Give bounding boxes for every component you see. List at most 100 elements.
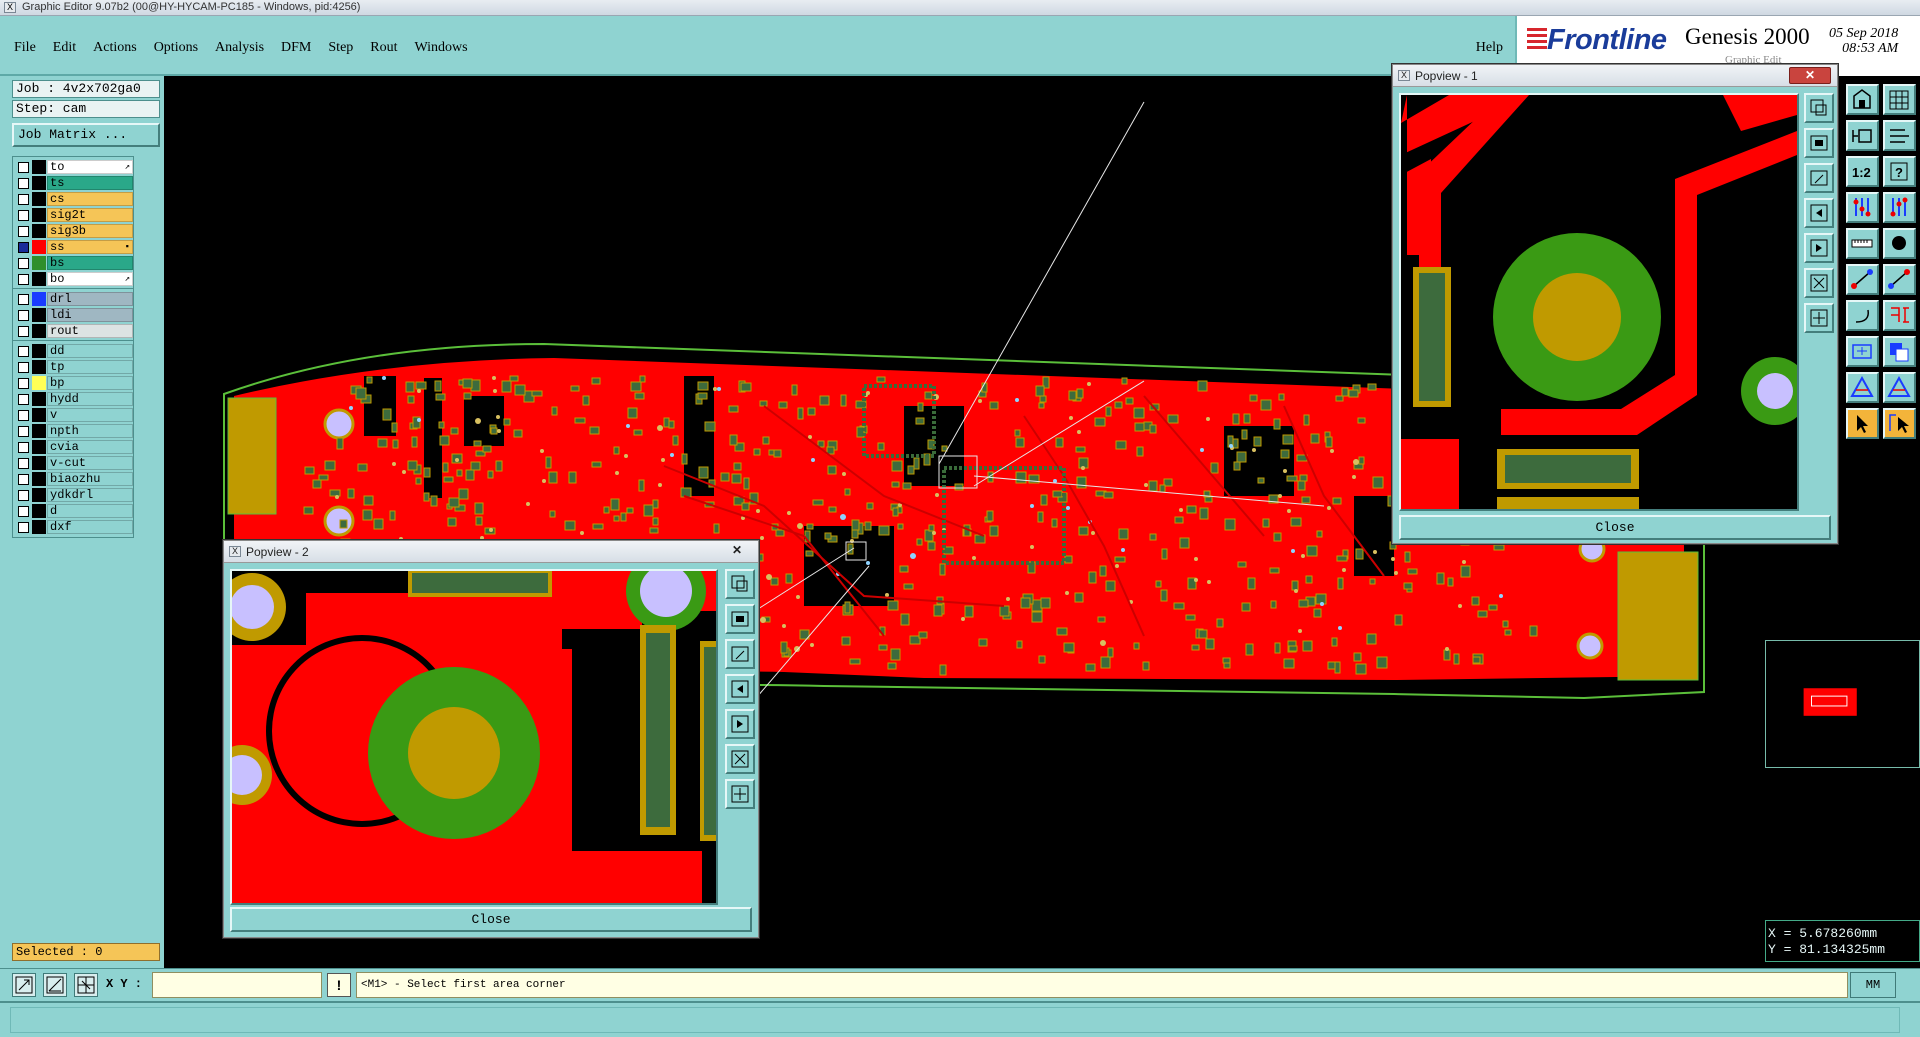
layer-name[interactable]: bp <box>47 376 133 390</box>
layer-name[interactable]: cvia <box>47 440 133 454</box>
triangle-edit-icon[interactable] <box>1883 372 1916 403</box>
layer-row-npth[interactable]: npth <box>15 423 133 439</box>
layer-color-swatch[interactable] <box>32 308 46 322</box>
layer-row-sig2t[interactable]: sig2t <box>15 207 133 223</box>
popview-zoom-out-icon[interactable] <box>1804 128 1834 158</box>
layer-checkbox[interactable] <box>18 273 29 285</box>
layer-checkbox[interactable] <box>18 241 29 253</box>
layer-name[interactable]: npth <box>47 424 133 438</box>
menu-actions[interactable]: Actions <box>93 40 137 56</box>
popview-expand-icon[interactable] <box>1804 268 1834 298</box>
layer-checkbox[interactable] <box>18 161 29 173</box>
popview-pan-icon[interactable] <box>725 709 755 739</box>
grid-icon[interactable] <box>1883 84 1916 115</box>
cursor-snap-icon[interactable] <box>1883 408 1916 439</box>
layer-name[interactable]: v-cut <box>47 456 133 470</box>
layer-checkbox[interactable] <box>18 521 29 533</box>
dot-icon[interactable] <box>1883 228 1916 259</box>
line-icon[interactable] <box>1846 264 1879 295</box>
arc-icon[interactable] <box>1846 300 1879 331</box>
popview-1-viewport[interactable] <box>1399 93 1799 511</box>
layer-color-swatch[interactable] <box>32 472 46 486</box>
layer-name[interactable]: bo ↗ <box>47 272 133 286</box>
menu-windows[interactable]: Windows <box>415 40 468 56</box>
layer-checkbox[interactable] <box>18 393 29 405</box>
help-question-icon[interactable]: ? <box>1883 156 1916 187</box>
cursor-icon[interactable] <box>1846 408 1879 439</box>
layer-color-swatch[interactable] <box>32 344 46 358</box>
layer-checkbox[interactable] <box>18 377 29 389</box>
popview-2-viewport[interactable] <box>230 569 718 905</box>
layer-name[interactable]: sig3b <box>47 224 133 238</box>
layer-checkbox[interactable] <box>18 457 29 469</box>
layer-row-rout[interactable]: rout <box>15 323 133 339</box>
popview-home-icon[interactable] <box>1804 198 1834 228</box>
layer-checkbox[interactable] <box>18 425 29 437</box>
popview-zoom-in-icon[interactable] <box>1804 93 1834 123</box>
layer-row-ldi[interactable]: ldi <box>15 307 133 323</box>
layer-checkbox[interactable] <box>18 489 29 501</box>
layer-name[interactable]: ldi <box>47 308 133 322</box>
layer-row-d[interactable]: d <box>15 503 133 519</box>
layer-checkbox[interactable] <box>18 441 29 453</box>
grid-snap-icon[interactable] <box>74 973 98 997</box>
layer-color-swatch[interactable] <box>32 376 46 390</box>
triangle-icon[interactable] <box>1846 372 1879 403</box>
popview-1-close-button[interactable]: Close <box>1399 515 1831 540</box>
layer-row-v[interactable]: v <box>15 407 133 423</box>
popview-2-close-x-button[interactable]: ✕ <box>722 543 752 560</box>
layer-name[interactable]: dxf <box>47 520 133 534</box>
select-area-icon[interactable] <box>12 973 36 997</box>
menu-file[interactable]: File <box>14 40 36 56</box>
layer-color-swatch[interactable] <box>32 160 46 174</box>
popview-pan-icon[interactable] <box>1804 233 1834 263</box>
layer-checkbox[interactable] <box>18 345 29 357</box>
layer-color-swatch[interactable] <box>32 360 46 374</box>
layer-row-ss[interactable]: ss ▪ <box>15 239 133 255</box>
layer-color-swatch[interactable] <box>32 488 46 502</box>
layer-row-ydkdrl[interactable]: ydkdrl <box>15 487 133 503</box>
route-icon[interactable] <box>1846 192 1879 223</box>
layer-color-swatch[interactable] <box>32 240 46 254</box>
popview-zoom-out-icon[interactable] <box>725 604 755 634</box>
xy-input[interactable] <box>152 972 322 998</box>
layer-checkbox[interactable] <box>18 505 29 517</box>
menu-dfm[interactable]: DFM <box>281 40 311 56</box>
layer-row-dd[interactable]: dd <box>15 343 133 359</box>
layer-row-cs[interactable]: cs <box>15 191 133 207</box>
layer-checkbox[interactable] <box>18 257 29 269</box>
layer-name[interactable]: dd <box>47 344 133 358</box>
layer-color-swatch[interactable] <box>32 324 46 338</box>
layer-color-swatch[interactable] <box>32 392 46 406</box>
job-icon[interactable] <box>1846 84 1879 115</box>
layer-name[interactable]: rout <box>47 324 133 338</box>
layer-checkbox[interactable] <box>18 325 29 337</box>
layer-color-swatch[interactable] <box>32 292 46 306</box>
layer-row-to[interactable]: to ↗ <box>15 159 133 175</box>
layer-checkbox[interactable] <box>18 309 29 321</box>
layer-color-swatch[interactable] <box>32 520 46 534</box>
layer-color-swatch[interactable] <box>32 408 46 422</box>
layer-color-swatch[interactable] <box>32 256 46 270</box>
popview-home-icon[interactable] <box>725 674 755 704</box>
job-matrix-button[interactable]: Job Matrix ... <box>12 123 160 147</box>
layer-name[interactable]: sig2t <box>47 208 133 222</box>
layer-row-bs[interactable]: bs <box>15 255 133 271</box>
layer-name[interactable]: tp <box>47 360 133 374</box>
menu-rout[interactable]: Rout <box>370 40 397 56</box>
menu-options[interactable]: Options <box>154 40 198 56</box>
layer-checkbox[interactable] <box>18 293 29 305</box>
layer-row-bp[interactable]: bp <box>15 375 133 391</box>
layer-name[interactable]: biaozhu <box>47 472 133 486</box>
layer-row-cvia[interactable]: cvia <box>15 439 133 455</box>
pan-icon[interactable] <box>1846 336 1879 367</box>
layer-row-hydd[interactable]: hydd <box>15 391 133 407</box>
layer-row-tp[interactable]: tp <box>15 359 133 375</box>
layer-row-v-cut[interactable]: v-cut <box>15 455 133 471</box>
zoom-window-icon[interactable] <box>1883 120 1916 151</box>
measure-icon[interactable] <box>1846 228 1879 259</box>
menu-analysis[interactable]: Analysis <box>215 40 264 56</box>
layer-name[interactable]: hydd <box>47 392 133 406</box>
layer-color-swatch[interactable] <box>32 176 46 190</box>
layer-row-sig3b[interactable]: sig3b <box>15 223 133 239</box>
